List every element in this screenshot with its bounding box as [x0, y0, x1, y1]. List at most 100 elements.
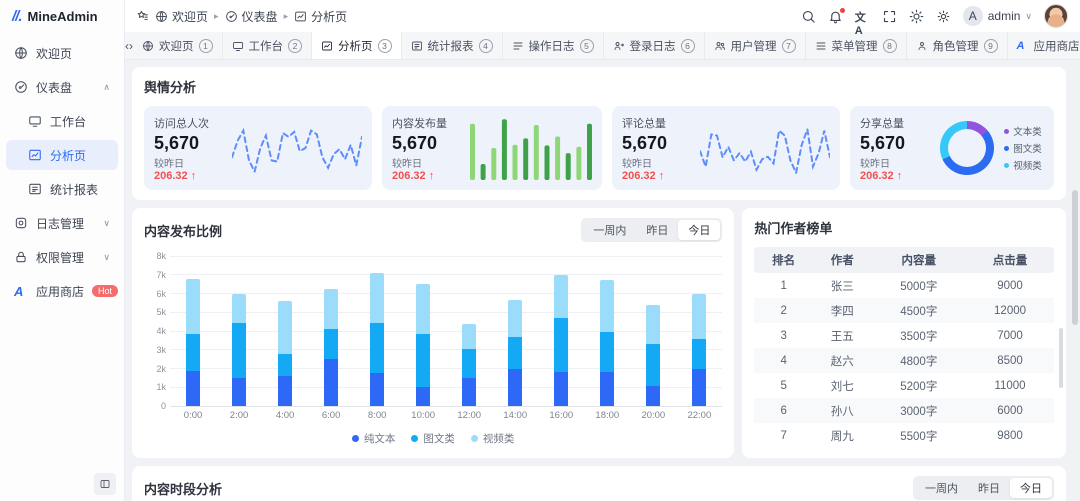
stat-compare-label: 较昨日: [392, 155, 464, 170]
tab-统计报表[interactable]: 统计报表4: [402, 32, 503, 59]
legend-dot: [1004, 146, 1009, 151]
bar-segment-图文类: [554, 318, 568, 372]
bar-group-22:00[interactable]: [676, 256, 722, 406]
breadcrumb-item-分析页[interactable]: 分析页: [294, 8, 347, 25]
page-scrollbar[interactable]: [1070, 60, 1080, 501]
table-cell: 3000字: [872, 398, 967, 423]
tab-分析页[interactable]: 分析页3: [312, 32, 402, 59]
translate-icon[interactable]: 文A: [855, 9, 870, 24]
bar-group-14:00[interactable]: [492, 256, 538, 406]
app-title: MineAdmin: [28, 9, 98, 24]
y-tick-label: 8k: [156, 251, 166, 261]
chart-x-axis: 0:002:004:006:008:0010:0012:0014:0016:00…: [170, 410, 722, 421]
x-tick-label: 4:00: [262, 410, 308, 421]
bar-segment-视频类: [646, 305, 660, 344]
tab-label: 统计报表: [428, 38, 474, 54]
tabs-list: 欢迎页1工作台2分析页3统计报表4操作日志5登录日志6用户管理7菜单管理8角色管…: [133, 32, 1080, 59]
bar-segment-视频类: [462, 324, 476, 348]
publish-range-昨日[interactable]: 昨日: [636, 220, 678, 240]
legend-dot: [1004, 129, 1009, 134]
bar-group-20:00[interactable]: [630, 256, 676, 406]
report-icon: [411, 40, 423, 52]
report-icon: [28, 182, 42, 196]
user-menu[interactable]: Aadmin∨: [963, 6, 1032, 26]
table-cell: 赵六: [813, 348, 872, 373]
stat-delta: 206.32 ↑: [622, 170, 694, 182]
bar-group-18:00[interactable]: [584, 256, 630, 406]
table-cell: 张三: [813, 273, 872, 298]
stat-title: 分享总量: [860, 115, 932, 131]
bar-group-8:00[interactable]: [354, 256, 400, 406]
publish-range-今日[interactable]: 今日: [678, 220, 720, 240]
table-cell: 11000: [966, 373, 1054, 398]
sidebar-collapse-button[interactable]: [94, 473, 116, 495]
tab-工作台[interactable]: 工作台2: [223, 32, 313, 59]
users-icon: [714, 40, 726, 52]
sidebar-item-分析页[interactable]: 分析页: [6, 140, 118, 170]
x-tick-label: 20:00: [630, 410, 676, 421]
legend-item-视频类: 视频类: [1004, 158, 1042, 172]
table-scrollbar[interactable]: [1059, 328, 1063, 388]
sidebar-item-统计报表[interactable]: 统计报表: [6, 174, 118, 204]
tab-角色管理[interactable]: 角色管理9: [907, 32, 1008, 59]
chart-legend-item-图文类[interactable]: 图文类: [411, 431, 455, 446]
stat-text: 分享总量5,670较昨日206.32 ↑: [860, 115, 932, 181]
bar-group-6:00[interactable]: [308, 256, 354, 406]
sidebar-item-应用商店[interactable]: A应用商店Hot: [6, 276, 118, 306]
bar-group-10:00[interactable]: [400, 256, 446, 406]
time-analysis-range-今日[interactable]: 今日: [1010, 478, 1052, 498]
sidebar-item-日志管理[interactable]: 日志管理∨: [6, 208, 118, 238]
bar-group-4:00[interactable]: [262, 256, 308, 406]
breadcrumb-item-仪表盘[interactable]: 仪表盘: [225, 8, 278, 25]
bar-group-12:00[interactable]: [446, 256, 492, 406]
time-analysis-range-一周内[interactable]: 一周内: [915, 478, 968, 498]
lock-icon: [14, 250, 28, 264]
legend-label: 图文类: [423, 431, 455, 446]
bar-segment-视频类: [370, 273, 384, 323]
app-logo[interactable]: //. MineAdmin: [0, 0, 124, 32]
chart-icon: [294, 10, 307, 23]
user-avatar[interactable]: [1044, 4, 1068, 28]
tab-number: 3: [378, 39, 392, 53]
search-icon[interactable]: [801, 9, 816, 24]
tab-欢迎页[interactable]: 欢迎页1: [133, 32, 223, 59]
page-scrollbar-thumb[interactable]: [1072, 190, 1078, 325]
stat-text: 评论总量5,670较昨日206.32 ↑: [622, 115, 694, 181]
bell-icon[interactable]: [828, 9, 843, 24]
bar-segment-纯文本: [370, 373, 384, 406]
sidebar-item-仪表盘[interactable]: 仪表盘∧: [6, 72, 118, 102]
sidebar-item-工作台[interactable]: 工作台: [6, 106, 118, 136]
tab-登录日志[interactable]: 登录日志6: [604, 32, 705, 59]
monitor-icon: [28, 114, 42, 128]
stat-card-内容发布量: 内容发布量5,670较昨日206.32 ↑: [382, 106, 602, 190]
bar-group-16:00[interactable]: [538, 256, 584, 406]
chart-legend-item-视频类[interactable]: 视频类: [471, 431, 515, 446]
bar-group-2:00[interactable]: [216, 256, 262, 406]
chevron-up-icon: ∧: [103, 82, 110, 93]
sidebar-item-欢迎页[interactable]: 欢迎页: [6, 38, 118, 68]
publish-range-一周内[interactable]: 一周内: [583, 220, 636, 240]
time-analysis-range-昨日[interactable]: 昨日: [968, 478, 1010, 498]
sidebar-item-权限管理[interactable]: 权限管理∨: [6, 242, 118, 272]
bar-segment-视频类: [416, 284, 430, 334]
tab-操作日志[interactable]: 操作日志5: [503, 32, 604, 59]
bar-segment-视频类: [600, 280, 614, 332]
theme-icon[interactable]: [909, 9, 924, 24]
chevron-down-icon: ∨: [103, 218, 110, 229]
bar-segment-视频类: [324, 289, 338, 329]
settings-icon[interactable]: [936, 9, 951, 24]
bar-group-0:00[interactable]: [170, 256, 216, 406]
sidebar-item-label: 权限管理: [36, 249, 95, 266]
tab-用户管理[interactable]: 用户管理7: [705, 32, 806, 59]
chart-legend-item-纯文本[interactable]: 纯文本: [352, 431, 396, 446]
breadcrumb-separator: ▸: [214, 11, 219, 22]
breadcrumb-item-欢迎页[interactable]: 欢迎页: [155, 8, 208, 25]
bar-segment-视频类: [554, 275, 568, 318]
bar-segment-图文类: [600, 332, 614, 372]
favorites-star-icon[interactable]: [135, 9, 149, 23]
fullscreen-icon[interactable]: [882, 9, 897, 24]
tab-label: 用户管理: [731, 38, 777, 54]
tab-应用商店[interactable]: A应用商店10: [1008, 32, 1080, 59]
bar-segment-图文类: [232, 323, 246, 378]
stat-value: 5,670: [392, 133, 464, 154]
